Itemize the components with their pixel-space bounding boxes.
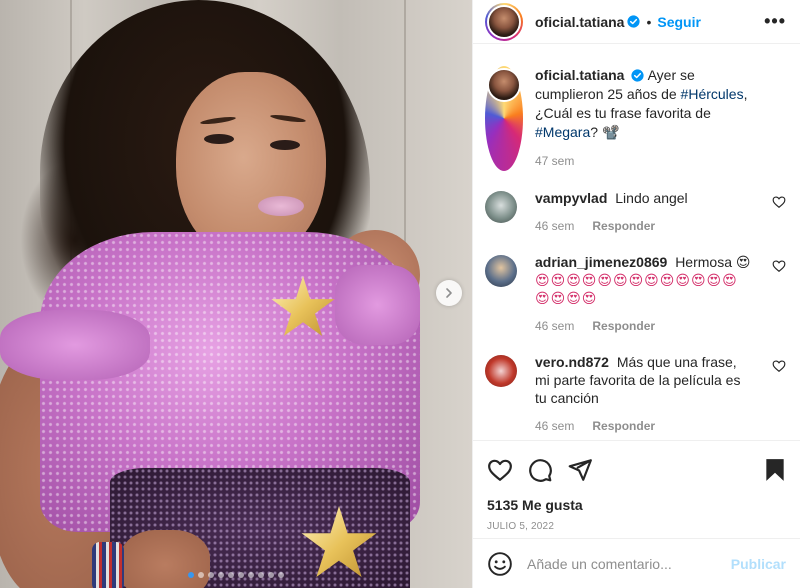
- commenter-username[interactable]: vero.nd872: [535, 354, 609, 370]
- carousel-dot: [208, 572, 214, 578]
- emoji-smile-icon[interactable]: [487, 551, 513, 577]
- author-avatar[interactable]: [485, 2, 523, 41]
- post-comment-button[interactable]: Publicar: [731, 556, 786, 572]
- add-comment-bar: Publicar: [473, 538, 800, 588]
- post-header: oficial.tatiana • Seguir •••: [473, 0, 800, 44]
- author-avatar[interactable]: [485, 66, 523, 171]
- comment-timestamp[interactable]: 46 sem: [535, 219, 574, 233]
- comment-text: Lindo angel: [615, 190, 688, 206]
- comment-timestamp[interactable]: 46 sem: [535, 319, 574, 333]
- verified-badge-icon: [627, 15, 641, 28]
- comment-item: adrian_jimenez0869 Hermosa 😍 😍😍😍😍😍😍😍😍😍😍😍…: [485, 253, 786, 335]
- follow-button[interactable]: Seguir: [657, 14, 701, 30]
- sleeve-shape: [0, 310, 150, 380]
- carousel-next-button[interactable]: [436, 280, 462, 306]
- commenter-avatar[interactable]: [485, 355, 517, 387]
- carousel-dot: [198, 572, 204, 578]
- more-options-icon[interactable]: •••: [764, 11, 786, 32]
- carousel-dot: [188, 572, 194, 578]
- post-date: JULIO 5, 2022: [487, 521, 555, 532]
- comment-timestamp[interactable]: 46 sem: [535, 419, 574, 433]
- carousel-dot: [278, 572, 284, 578]
- carousel-dot: [268, 572, 274, 578]
- reply-button[interactable]: Responder: [592, 419, 655, 433]
- comment-item: vero.nd872 Más que una frase, mi parte f…: [485, 353, 786, 435]
- commenter-username[interactable]: adrian_jimenez0869: [535, 254, 667, 270]
- carousel-dot: [238, 572, 244, 578]
- like-count[interactable]: 5135 Me gusta: [487, 497, 788, 513]
- lips-shape: [258, 196, 304, 216]
- bracelet-shape: [92, 542, 124, 588]
- author-username[interactable]: oficial.tatiana: [535, 14, 624, 30]
- sleeve-shape: [335, 265, 420, 345]
- hashtag-link[interactable]: #Megara: [535, 124, 590, 140]
- verified-badge-icon: [631, 69, 645, 82]
- commenter-avatar[interactable]: [485, 191, 517, 223]
- comment-emojis: 😍😍😍😍😍😍😍😍😍😍😍😍😍😍😍😍😍: [535, 272, 738, 306]
- reply-button[interactable]: Responder: [592, 319, 655, 333]
- commenter-username[interactable]: vampyvlad: [535, 190, 607, 206]
- save-bookmark-icon[interactable]: [762, 457, 788, 483]
- post-actions: 5135 Me gusta JULIO 5, 2022: [473, 440, 800, 532]
- carousel-dots: [0, 572, 472, 578]
- eye-shape: [204, 134, 234, 144]
- post-caption: oficial.tatiana Ayer se cumplieron 25 añ…: [485, 44, 786, 171]
- carousel-dot: [248, 572, 254, 578]
- carousel-dot: [228, 572, 234, 578]
- like-comment-heart-icon[interactable]: [772, 359, 786, 373]
- comments-list[interactable]: oficial.tatiana Ayer se cumplieron 25 añ…: [473, 44, 800, 440]
- comment-input[interactable]: [527, 555, 731, 572]
- eye-shape: [270, 140, 300, 150]
- comment-text: Hermosa 😍: [675, 254, 751, 270]
- comment-item: vampyvlad Lindo angel 46 sem Responder: [485, 189, 786, 235]
- caption-text: ? 📽️: [590, 124, 620, 140]
- commenter-avatar[interactable]: [485, 255, 517, 287]
- chevron-right-icon: [446, 288, 452, 298]
- like-comment-heart-icon[interactable]: [772, 195, 786, 209]
- share-paper-plane-icon[interactable]: [567, 457, 593, 483]
- like-comment-heart-icon[interactable]: [772, 259, 786, 273]
- caption-timestamp[interactable]: 47 sem: [535, 154, 574, 168]
- hashtag-link[interactable]: #Hércules: [681, 86, 744, 102]
- hand-shape: [120, 530, 210, 588]
- post-sidebar: oficial.tatiana • Seguir ••• oficial.tat…: [472, 0, 800, 588]
- separator-dot: •: [646, 13, 652, 30]
- post-photo[interactable]: [0, 0, 472, 588]
- caption-username[interactable]: oficial.tatiana: [535, 67, 624, 83]
- carousel-dot: [218, 572, 224, 578]
- like-heart-icon[interactable]: [487, 457, 513, 483]
- carousel-dot: [258, 572, 264, 578]
- reply-button[interactable]: Responder: [592, 219, 655, 233]
- comment-bubble-icon[interactable]: [527, 457, 553, 483]
